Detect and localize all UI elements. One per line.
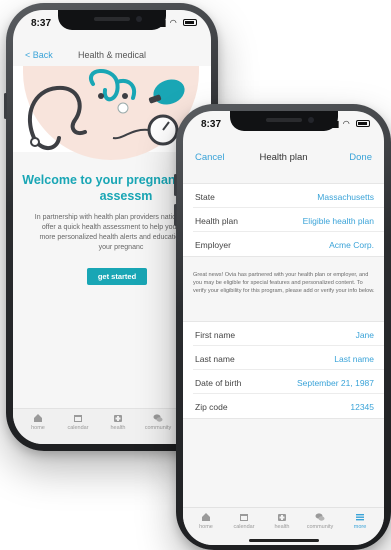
tab-label: health xyxy=(274,524,290,530)
tab-label: calendar xyxy=(233,524,255,530)
field-label: Zip code xyxy=(195,402,228,412)
volume-button xyxy=(174,204,177,226)
health-kit-icon xyxy=(114,415,122,422)
nav-title: Health & medical xyxy=(77,50,147,60)
chat-bubbles-icon xyxy=(315,513,325,521)
field-label: Last name xyxy=(195,354,235,364)
battery-icon xyxy=(183,19,197,27)
field-value: Last name xyxy=(334,354,374,364)
field-last-name[interactable]: Last name Last name xyxy=(193,346,384,370)
tab-calendar[interactable]: calendar xyxy=(225,512,263,530)
tab-bar: home calendar health community more xyxy=(183,507,384,545)
field-value: September 21, 1987 xyxy=(296,378,374,388)
front-phone: 8:37 ▂▄▆ ◠ Cancel Health plan Done State… xyxy=(174,104,391,550)
tab-health[interactable]: health xyxy=(99,413,137,431)
field-health-plan[interactable]: Health plan Eligible health plan xyxy=(193,208,384,232)
home-indicator[interactable] xyxy=(248,539,319,542)
field-label: Date of birth xyxy=(195,378,242,388)
field-value: Acme Corp. xyxy=(329,240,374,250)
field-label: First name xyxy=(195,330,236,340)
plan-fields-group: State Massachusetts Health plan Eligible… xyxy=(183,183,384,257)
tab-community[interactable]: community xyxy=(139,413,177,431)
home-icon xyxy=(34,414,42,422)
volume-button xyxy=(4,93,7,119)
app-showcase: 8:37 ▂▄▆ ◠ < Back Health & medical xyxy=(0,0,391,550)
home-icon xyxy=(202,513,210,521)
health-plan-screen: 8:37 ▂▄▆ ◠ Cancel Health plan Done State… xyxy=(183,111,384,545)
health-kit-icon xyxy=(278,514,286,521)
tab-label: more xyxy=(353,524,367,530)
get-started-button[interactable]: get started xyxy=(87,268,147,285)
tab-health[interactable]: health xyxy=(263,512,301,530)
tab-label: calendar xyxy=(67,425,89,431)
eligibility-note: Great news! Ovia has partnered with your… xyxy=(193,272,375,294)
field-value: Jane xyxy=(355,330,374,340)
notch xyxy=(58,10,166,30)
tab-label: home xyxy=(31,425,45,431)
tab-label: home xyxy=(199,524,213,530)
field-state[interactable]: State Massachusetts xyxy=(193,184,384,208)
wifi-icon: ◠ xyxy=(169,18,178,27)
nav-bar: Cancel Health plan Done xyxy=(183,141,384,169)
field-label: Health plan xyxy=(195,216,239,226)
field-value: Eligible health plan xyxy=(302,216,374,226)
field-first-name[interactable]: First name Jane xyxy=(193,322,384,346)
tab-more[interactable]: more xyxy=(341,512,379,530)
calendar-icon xyxy=(74,415,82,422)
status-time: 8:37 xyxy=(31,18,52,29)
field-zip-code[interactable]: Zip code 12345 xyxy=(193,394,384,418)
personal-fields-group: First name Jane Last name Last name Date… xyxy=(183,321,384,419)
field-label: Employer xyxy=(195,240,231,250)
field-employer[interactable]: Employer Acme Corp. xyxy=(193,232,384,256)
field-value: 12345 xyxy=(350,402,374,412)
tab-home[interactable]: home xyxy=(19,413,57,431)
done-button[interactable]: Done xyxy=(349,152,372,163)
field-value: Massachusetts xyxy=(317,192,374,202)
field-label: State xyxy=(195,192,215,202)
notch xyxy=(229,111,338,131)
tab-label: community xyxy=(144,425,172,431)
hamburger-menu-icon xyxy=(356,514,364,521)
wifi-icon: ◠ xyxy=(342,119,351,128)
tab-home[interactable]: home xyxy=(187,512,225,530)
calendar-icon xyxy=(240,514,248,521)
status-time: 8:37 xyxy=(201,119,222,130)
battery-icon xyxy=(356,120,370,128)
chat-bubbles-icon xyxy=(153,414,163,422)
tab-community[interactable]: community xyxy=(301,512,339,530)
tab-calendar[interactable]: calendar xyxy=(59,413,97,431)
volume-button xyxy=(174,174,177,196)
tab-label: health xyxy=(110,425,126,431)
field-date-of-birth[interactable]: Date of birth September 21, 1987 xyxy=(193,370,384,394)
tab-label: community xyxy=(306,524,334,530)
